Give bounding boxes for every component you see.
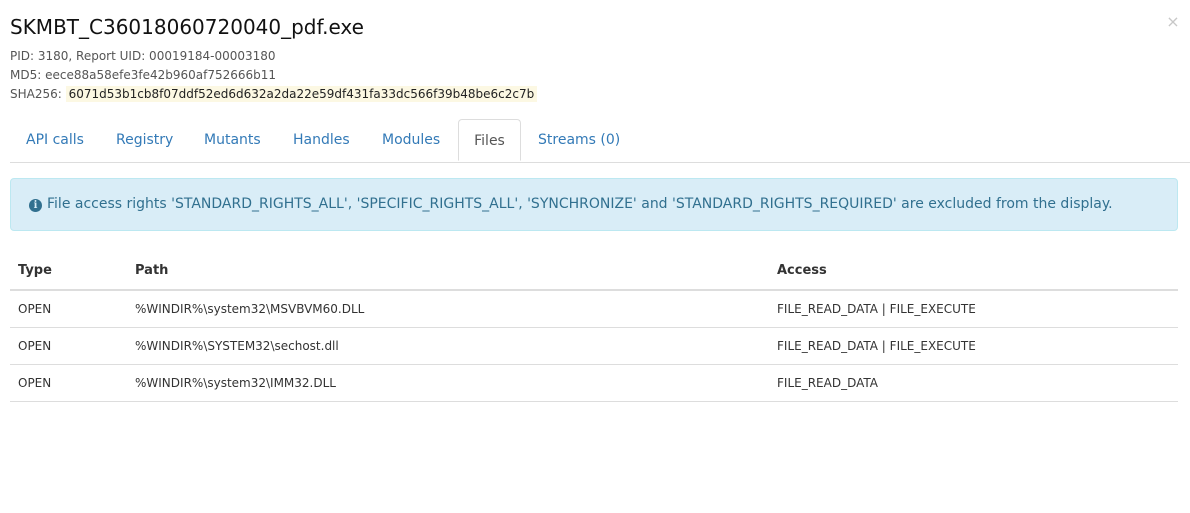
- table-row: OPEN %WINDIR%\SYSTEM32\sechost.dll FILE_…: [10, 327, 1178, 365]
- cell-access: FILE_READ_DATA | FILE_EXECUTE: [769, 327, 1178, 365]
- cell-type: OPEN: [10, 290, 127, 328]
- tab-files[interactable]: Files: [458, 119, 521, 161]
- tab-bar: API calls Registry Mutants Handles Modul…: [10, 119, 1190, 163]
- tab-mutants[interactable]: Mutants: [204, 119, 261, 161]
- info-alert: i File access rights 'STANDARD_RIGHTS_ALL…: [10, 178, 1178, 231]
- close-icon[interactable]: ×: [1166, 12, 1180, 32]
- cell-type: OPEN: [10, 327, 127, 365]
- cell-type: OPEN: [10, 364, 127, 402]
- tab-api-calls[interactable]: API calls: [26, 119, 84, 161]
- dialog-title: SKMBT_C36018060720040_pdf.exe: [10, 15, 364, 39]
- sha256-label: SHA256:: [10, 87, 62, 101]
- files-table: Type Path Access OPEN %WINDIR%\system32\…: [10, 252, 1178, 402]
- pid-line: PID: 3180, Report UID: 00019184-00003180: [10, 49, 276, 63]
- cell-path: %WINDIR%\SYSTEM32\sechost.dll: [127, 327, 769, 365]
- table-row: OPEN %WINDIR%\system32\MSVBVM60.DLL FILE…: [10, 290, 1178, 328]
- column-header-access: Access: [769, 252, 1178, 291]
- tab-modules[interactable]: Modules: [382, 119, 440, 161]
- sha256-line: SHA256: 6071d53b1cb8f07ddf52ed6d632a2da2…: [10, 86, 538, 102]
- column-header-path: Path: [127, 252, 769, 291]
- cell-access: FILE_READ_DATA | FILE_EXECUTE: [769, 290, 1178, 328]
- table-header-row: Type Path Access: [10, 252, 1178, 291]
- table-row: OPEN %WINDIR%\system32\IMM32.DLL FILE_RE…: [10, 364, 1178, 402]
- column-header-type: Type: [10, 252, 127, 291]
- md5-line: MD5: eece88a58efe3fe42b960af752666b11: [10, 68, 277, 82]
- cell-path: %WINDIR%\system32\MSVBVM60.DLL: [127, 290, 769, 328]
- tab-handles[interactable]: Handles: [293, 119, 350, 161]
- tab-registry[interactable]: Registry: [116, 119, 173, 161]
- cell-path: %WINDIR%\system32\IMM32.DLL: [127, 364, 769, 402]
- cell-access: FILE_READ_DATA: [769, 364, 1178, 402]
- info-circle-icon: i: [29, 199, 42, 212]
- sha256-value: 6071d53b1cb8f07ddf52ed6d632a2da22e59df43…: [65, 86, 538, 102]
- alert-text: File access rights 'STANDARD_RIGHTS_ALL'…: [47, 196, 1113, 212]
- tab-streams[interactable]: Streams (0): [538, 119, 620, 161]
